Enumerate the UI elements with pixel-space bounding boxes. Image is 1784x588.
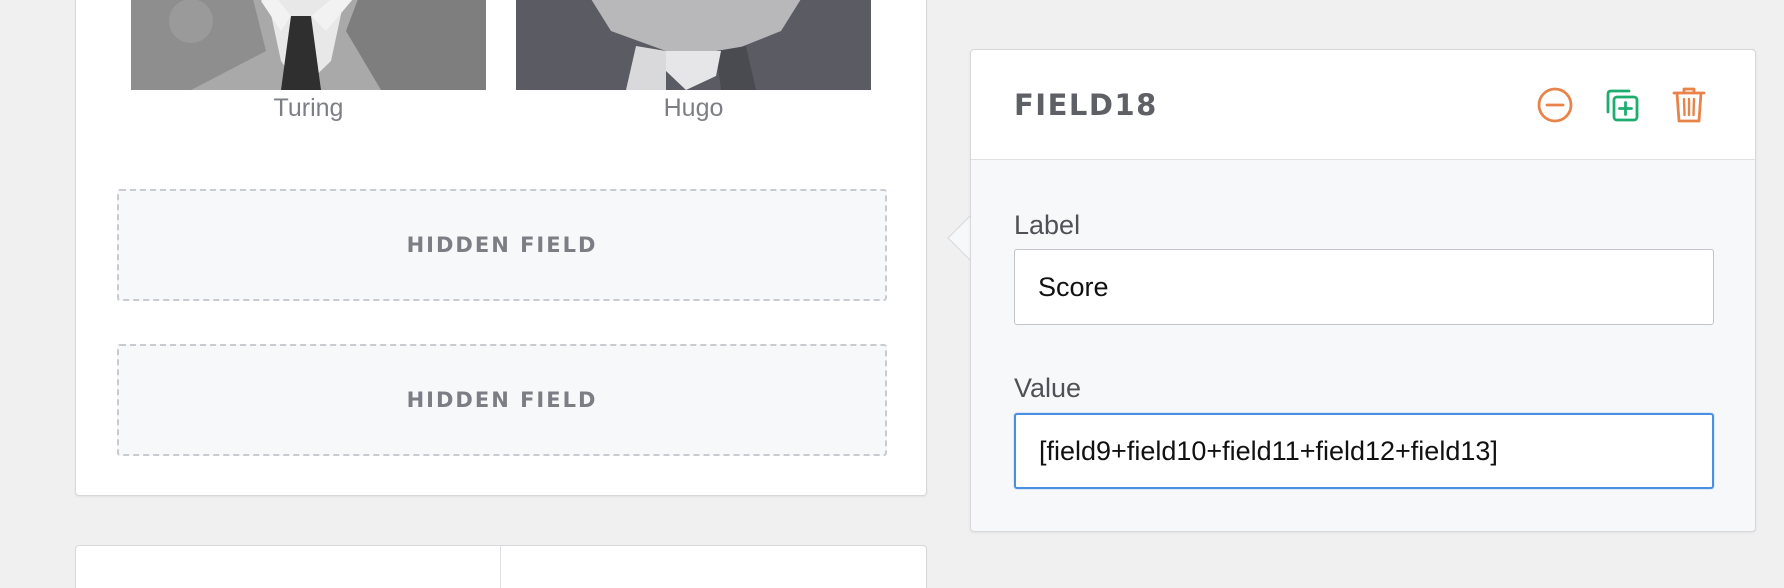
- value-input[interactable]: [1014, 413, 1714, 489]
- panel-title: FIELD18: [1014, 88, 1158, 122]
- hugo-caption: Hugo: [663, 94, 724, 122]
- hidden-field-placeholder[interactable]: HIDDEN FIELD: [117, 189, 887, 301]
- minus-circle-icon[interactable]: [1534, 84, 1576, 126]
- form-preview-card: Turing Hugo HIDDEN FIELD HIDDEN FIELD: [75, 0, 927, 496]
- trash-icon[interactable]: [1668, 84, 1710, 126]
- panel-header: FIELD18: [971, 50, 1755, 160]
- image-choice-hugo[interactable]: [516, 0, 871, 90]
- label-input[interactable]: [1014, 249, 1714, 325]
- image-choice-turing[interactable]: [131, 0, 486, 90]
- form-builder: Turing Hugo HIDDEN FIELD HIDDEN FIELD FI…: [0, 0, 1784, 588]
- form-section-card: [75, 545, 927, 588]
- value-field-label: Value: [1014, 373, 1082, 403]
- column-divider: [500, 546, 501, 588]
- hugo-photo: [516, 0, 871, 90]
- turing-photo: [131, 0, 486, 90]
- duplicate-icon[interactable]: [1601, 84, 1643, 126]
- field-settings-panel: FIELD18 Label Score Value [field9+field1…: [970, 49, 1756, 532]
- turing-caption: Turing: [273, 94, 344, 122]
- hidden-field-placeholder[interactable]: HIDDEN FIELD: [117, 344, 887, 456]
- label-field-label: Label: [1014, 210, 1081, 240]
